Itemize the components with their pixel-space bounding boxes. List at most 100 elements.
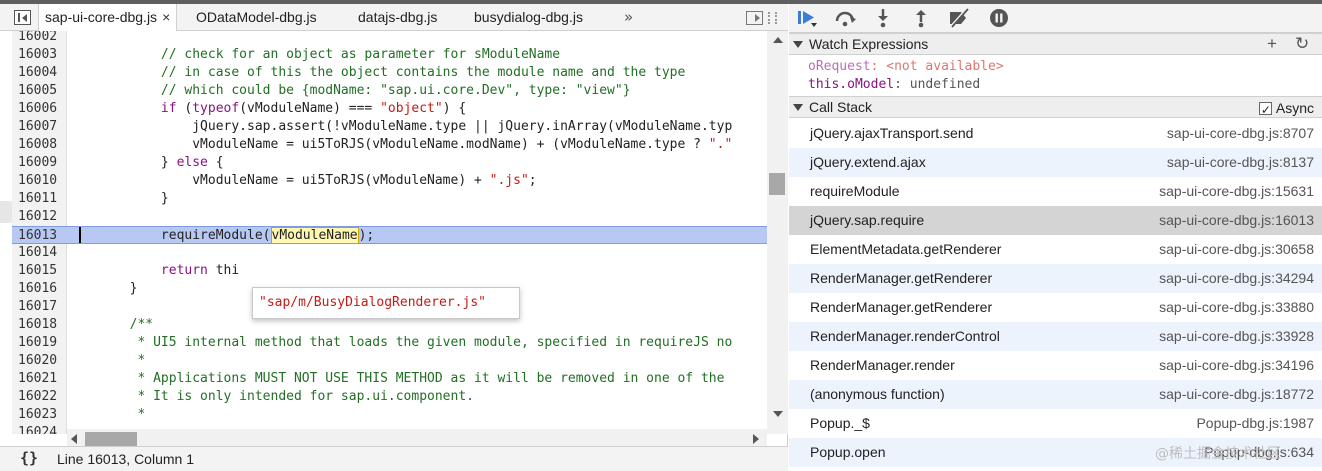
frame-location[interactable]: sap-ui-core-dbg.js:30658 <box>1159 235 1314 264</box>
tab-datajs-dbg[interactable]: datajs-dbg.js <box>352 4 443 31</box>
frame-location[interactable]: Popup-dbg.js:1987 <box>1196 409 1314 438</box>
line-number[interactable]: 16013 <box>12 227 67 245</box>
code-line[interactable]: 16019 * UI5 internal method that loads t… <box>12 334 767 352</box>
code-line[interactable]: 16005 // which could be {modName: "sap.u… <box>12 82 767 100</box>
resume-icon[interactable] <box>795 7 819 29</box>
call-frame[interactable]: RenderManager.render sap-ui-core-dbg.js:3… <box>789 351 1322 380</box>
line-number[interactable]: 16003 <box>12 46 67 64</box>
line-number[interactable]: 16024 <box>12 424 67 434</box>
line-number[interactable]: 16009 <box>12 154 67 172</box>
line-number[interactable]: 16022 <box>12 388 67 406</box>
line-number[interactable]: 16016 <box>12 280 67 298</box>
frame-location[interactable]: sap-ui-core-dbg.js:18772 <box>1159 380 1314 409</box>
frame-location[interactable]: sap-ui-core-dbg.js:16013 <box>1159 206 1314 235</box>
call-frame[interactable]: RenderManager.getRenderer sap-ui-core-dbg… <box>789 264 1322 293</box>
code-line[interactable]: 16014 <box>12 244 767 262</box>
expand-triangle-icon[interactable] <box>793 104 803 111</box>
line-number[interactable]: 16010 <box>12 172 67 190</box>
line-number[interactable]: 16018 <box>12 316 67 334</box>
call-frame[interactable]: Popup._$ Popup-dbg.js:1987 <box>789 409 1322 438</box>
call-frame[interactable]: jQuery.extend.ajax sap-ui-core-dbg.js:813… <box>789 148 1322 177</box>
line-number[interactable]: 16015 <box>12 262 67 280</box>
watch-item[interactable]: this.oModel: undefined <box>808 76 980 94</box>
step-out-icon[interactable] <box>909 7 933 29</box>
frame-location[interactable]: sap-ui-core-dbg.js:34294 <box>1159 264 1314 293</box>
step-over-icon[interactable] <box>833 7 857 29</box>
line-number[interactable]: 16023 <box>12 406 67 424</box>
code-line[interactable]: 16012 <box>12 208 767 226</box>
frame-function: (anonymous function) <box>810 386 945 402</box>
tab-overflow-button[interactable]: » <box>624 4 633 31</box>
code-line[interactable]: 16015 return thi <box>12 262 767 280</box>
call-frame[interactable]: jQuery.ajaxTransport.send sap-ui-core-dbg… <box>789 119 1322 148</box>
scroll-thumb[interactable] <box>769 173 785 195</box>
scroll-up-icon[interactable] <box>773 37 783 43</box>
code-line[interactable]: 16011 } <box>12 190 767 208</box>
tab-sap-ui-core-dbg[interactable]: sap-ui-core-dbg.js × <box>38 4 178 32</box>
add-watch-button[interactable]: + <box>1267 34 1277 54</box>
code-line[interactable]: 16003 // check for an object as paramete… <box>12 46 767 64</box>
frame-location[interactable]: sap-ui-core-dbg.js:8707 <box>1167 119 1314 148</box>
scroll-thumb[interactable] <box>85 432 137 447</box>
line-number[interactable]: 16012 <box>12 208 67 226</box>
line-number[interactable]: 16008 <box>12 136 67 154</box>
frame-location[interactable]: sap-ui-core-dbg.js:33880 <box>1159 293 1314 322</box>
scroll-left-icon[interactable] <box>71 434 77 444</box>
line-number[interactable]: 16006 <box>12 100 67 118</box>
pretty-print-icon[interactable]: {} <box>20 449 38 467</box>
async-checkbox[interactable] <box>1258 100 1272 120</box>
call-stack-header[interactable]: Call Stack Async <box>789 96 1322 120</box>
line-number[interactable]: 16017 <box>12 298 67 316</box>
pause-on-exceptions-icon[interactable] <box>987 7 1011 29</box>
code-line[interactable]: 16020 * <box>12 352 767 370</box>
code-line[interactable]: 16004 // in case of this the object cont… <box>12 64 767 82</box>
code-line[interactable]: 16006 if (typeof(vModuleName) === "objec… <box>12 100 767 118</box>
line-number[interactable]: 16005 <box>12 82 67 100</box>
tab-odatamodel-dbg[interactable]: ODataModel-dbg.js <box>190 4 323 31</box>
call-frame[interactable]: jQuery.sap.require sap-ui-core-dbg.js:160… <box>789 206 1322 235</box>
line-number[interactable]: 16004 <box>12 64 67 82</box>
scroll-right-icon[interactable] <box>753 434 759 444</box>
toggle-debugger-icon[interactable] <box>746 11 763 25</box>
line-number[interactable]: 16007 <box>12 118 67 136</box>
expand-triangle-icon[interactable] <box>793 41 803 48</box>
code-line[interactable]: 16023 * <box>12 406 767 424</box>
call-frame[interactable]: (anonymous function) sap-ui-core-dbg.js:1… <box>789 380 1322 409</box>
frame-location[interactable]: sap-ui-core-dbg.js:8137 <box>1167 148 1314 177</box>
editor-vertical-scrollbar[interactable] <box>767 31 788 434</box>
frame-location[interactable]: sap-ui-core-dbg.js:15631 <box>1159 177 1314 206</box>
code-editor[interactable]: 16002 16003 // check for an object as par… <box>0 31 788 434</box>
pane-resize-grip-icon[interactable] <box>768 12 777 24</box>
code-line[interactable]: 16010 vModuleName = ui5ToRJS(vModuleName… <box>12 172 767 190</box>
deactivate-breakpoints-icon[interactable] <box>947 7 971 29</box>
code-line[interactable]: 16002 <box>12 31 767 46</box>
watch-item[interactable]: oRequest: <not available> <box>808 58 1004 76</box>
watch-expressions-header[interactable]: Watch Expressions + ↻ <box>789 33 1322 55</box>
code-line[interactable]: 16013 requireModule(vModuleName); <box>12 226 767 244</box>
scroll-down-icon[interactable] <box>773 411 783 417</box>
toggle-navigator-icon[interactable] <box>14 10 31 25</box>
call-frame[interactable]: RenderManager.getRenderer sap-ui-core-dbg… <box>789 293 1322 322</box>
step-into-icon[interactable] <box>871 7 895 29</box>
line-number[interactable]: 16019 <box>12 334 67 352</box>
line-number[interactable]: 16011 <box>12 190 67 208</box>
hovered-token[interactable]: vModuleName <box>270 227 359 244</box>
tab-busydialog-dbg[interactable]: busydialog-dbg.js <box>468 4 589 31</box>
code-line[interactable]: 16022 * It is only intended for sap.ui.c… <box>12 388 767 406</box>
line-number[interactable]: 16014 <box>12 244 67 262</box>
close-icon[interactable]: × <box>162 4 170 31</box>
code-line[interactable]: 16021 * Applications MUST NOT USE THIS M… <box>12 370 767 388</box>
line-number[interactable]: 16002 <box>12 31 67 46</box>
code-line[interactable]: 16008 vModuleName = ui5ToRJS(vModuleName… <box>12 136 767 154</box>
call-frame[interactable]: RenderManager.renderControl sap-ui-core-d… <box>789 322 1322 351</box>
call-frame[interactable]: ElementMetadata.getRenderer sap-ui-core-d… <box>789 235 1322 264</box>
refresh-watch-button[interactable]: ↻ <box>1295 34 1309 54</box>
line-number[interactable]: 16021 <box>12 370 67 388</box>
code-line[interactable]: 16009 } else { <box>12 154 767 172</box>
frame-location[interactable]: sap-ui-core-dbg.js:33928 <box>1159 322 1314 351</box>
call-frame[interactable]: requireModule sap-ui-core-dbg.js:15631 <box>789 177 1322 206</box>
frame-location[interactable]: sap-ui-core-dbg.js:34196 <box>1159 351 1314 380</box>
line-number[interactable]: 16020 <box>12 352 67 370</box>
code-line[interactable]: 16007 jQuery.sap.assert(!vModuleName.typ… <box>12 118 767 136</box>
async-toggle[interactable]: Async <box>1258 98 1314 120</box>
